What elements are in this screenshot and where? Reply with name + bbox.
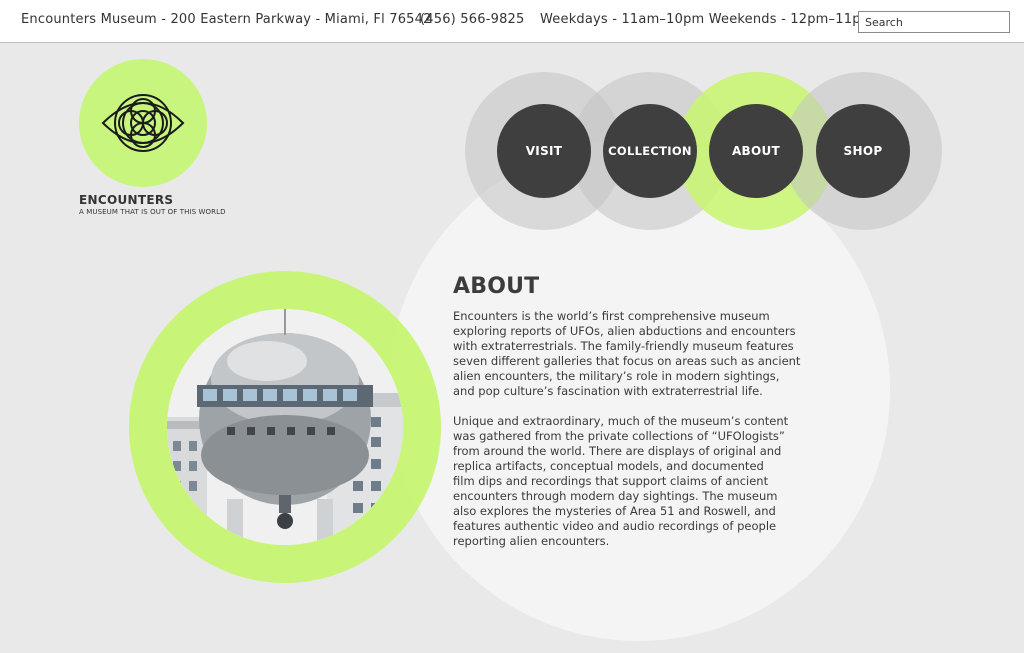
text-line: Unique and extraordinary, much of the mu… [453,414,789,428]
text-line: reporting alien encounters. [453,534,610,548]
text-line: film dips and recordings that support cl… [453,474,769,488]
text-line: from around the world. There are display… [453,444,782,458]
text-line: features authentic video and audio recor… [453,519,777,533]
text-line: exploring reports of UFOs, alien abducti… [453,324,796,338]
text-line: encounters through modern day sightings.… [453,489,778,503]
text-line: with extraterrestrials. The family-frien… [453,339,794,353]
logo-tagline: A MUSEUM THAT IS OUT OF THIS WORLD [79,208,226,216]
nav-item-shop[interactable]: SHOP [816,104,910,198]
nav-item-collection[interactable]: COLLECTION [603,104,697,198]
search-input[interactable] [858,11,1010,33]
text-line: alien encounters, the military’s role in… [453,369,780,383]
text-line: seven different galleries that focus on … [453,354,801,368]
about-paragraph-1: Encounters is the world’s first comprehe… [453,309,833,399]
phone-text: (456) 566-9825 [420,12,525,27]
address-text: Encounters Museum - 200 Eastern Parkway … [21,12,432,27]
nav-item-about[interactable]: ABOUT [709,104,803,198]
logo-badge[interactable] [79,59,207,187]
about-paragraph-2: Unique and extraordinary, much of the mu… [453,414,833,549]
top-bar: Encounters Museum - 200 Eastern Parkway … [0,0,1024,43]
page-title: ABOUT [453,274,540,299]
text-line: also explores the mysteries of Area 51 a… [453,504,776,518]
text-line: replica artifacts, conceptual models, an… [453,459,764,473]
text-line: Encounters is the world’s first comprehe… [453,309,770,323]
museum-building-photo [167,309,403,545]
nav-item-visit[interactable]: VISIT [497,104,591,198]
hours-text: Weekdays - 11am–10pm Weekends - 12pm–11p… [540,12,874,27]
eye-orbit-icon [101,94,185,152]
logo-name: ENCOUNTERS [79,193,174,207]
text-line: was gathered from the private collection… [453,429,785,443]
text-line: and pop culture’s fascination with extra… [453,384,763,398]
